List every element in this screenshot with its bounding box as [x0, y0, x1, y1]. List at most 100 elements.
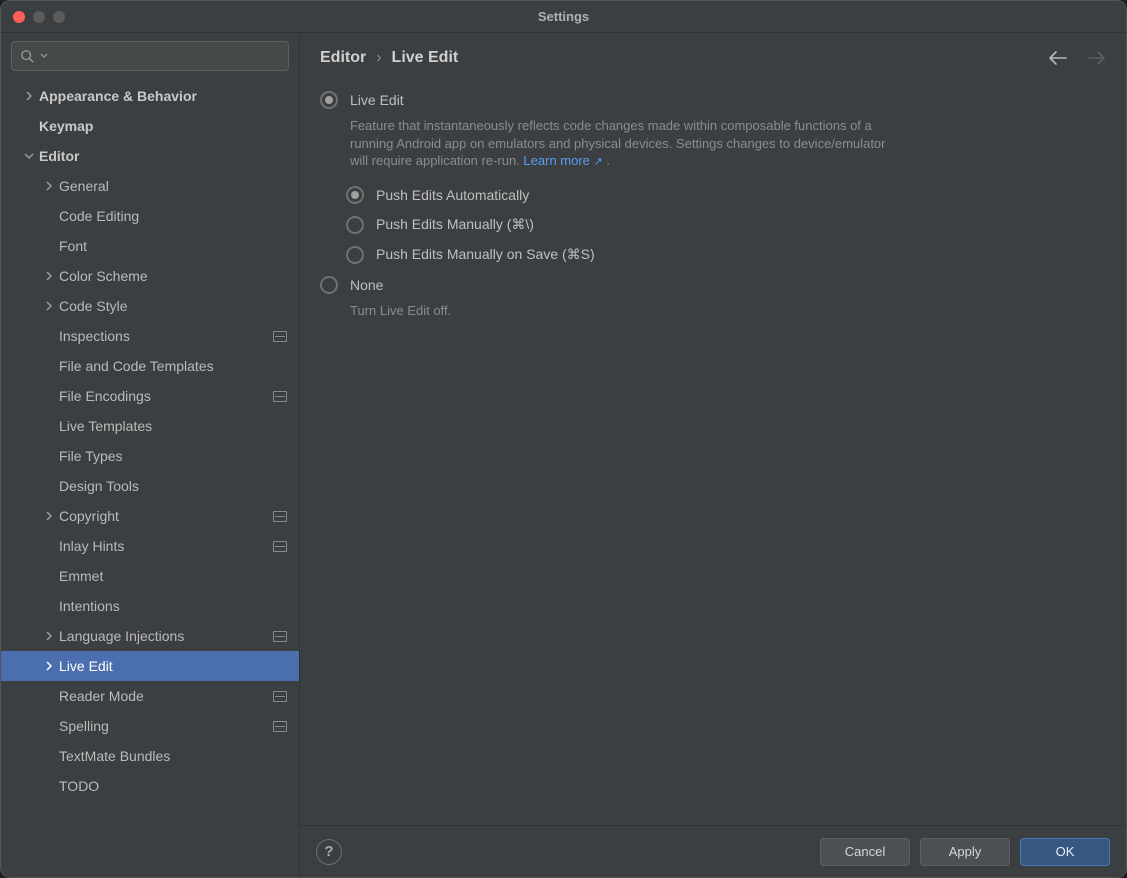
sidebar-item-label: Font [59, 238, 287, 254]
project-scope-icon [273, 691, 287, 702]
sidebar-item-label: Inlay Hints [59, 538, 273, 554]
breadcrumb: Editor › Live Edit [320, 49, 458, 67]
radio-none[interactable]: None [320, 270, 1106, 300]
sidebar-item-label: Keymap [39, 118, 287, 134]
project-scope-icon [273, 631, 287, 642]
sidebar-item-textmate-bundles[interactable]: TextMate Bundles [1, 741, 299, 771]
sidebar-item-label: Copyright [59, 508, 273, 524]
live-edit-description: Feature that instantaneously reflects co… [320, 115, 900, 180]
project-scope-icon [273, 721, 287, 732]
sidebar-item-file-encodings[interactable]: File Encodings [1, 381, 299, 411]
chevron-icon [41, 301, 57, 311]
radio-push-on-save[interactable]: Push Edits Manually on Save (⌘S) [320, 240, 1106, 270]
search-field[interactable] [11, 41, 289, 71]
sidebar-item-color-scheme[interactable]: Color Scheme [1, 261, 299, 291]
settings-body: Appearance & Behavior Keymap Editor General… [1, 33, 1126, 877]
settings-window: Settings Appearance & Behavior Keymap Edit… [0, 0, 1127, 878]
sidebar-item-appearance-behavior[interactable]: Appearance & Behavior [1, 81, 299, 111]
sidebar-item-label: Emmet [59, 568, 287, 584]
chevron-icon [41, 511, 57, 521]
radio-icon [320, 91, 338, 109]
sidebar-item-spelling[interactable]: Spelling [1, 711, 299, 741]
sidebar-item-label: Live Templates [59, 418, 287, 434]
radio-icon [346, 186, 364, 204]
project-scope-icon [273, 331, 287, 342]
sidebar-item-language-injections[interactable]: Language Injections [1, 621, 299, 651]
project-scope-icon [273, 541, 287, 552]
sidebar: Appearance & Behavior Keymap Editor General… [1, 33, 300, 877]
minimize-window-button[interactable] [33, 11, 45, 23]
sidebar-item-label: Color Scheme [59, 268, 287, 284]
sidebar-item-label: Inspections [59, 328, 273, 344]
radio-label: Push Edits Automatically [376, 187, 529, 203]
sidebar-item-label: Reader Mode [59, 688, 273, 704]
sidebar-item-label: Spelling [59, 718, 273, 734]
sidebar-item-design-tools[interactable]: Design Tools [1, 471, 299, 501]
learn-more-link[interactable]: Learn more ↗ [523, 153, 602, 168]
sidebar-item-code-editing[interactable]: Code Editing [1, 201, 299, 231]
sidebar-item-label: Code Editing [59, 208, 287, 224]
search-icon [20, 49, 34, 63]
radio-icon [346, 246, 364, 264]
radio-live-edit[interactable]: Live Edit [320, 85, 1106, 115]
project-scope-icon [273, 391, 287, 402]
sidebar-item-reader-mode[interactable]: Reader Mode [1, 681, 299, 711]
window-title: Settings [1, 9, 1126, 24]
cancel-button[interactable]: Cancel [820, 838, 910, 866]
traffic-lights [1, 11, 65, 23]
sidebar-item-label: Appearance & Behavior [39, 88, 287, 104]
titlebar: Settings [1, 1, 1126, 33]
sidebar-item-code-style[interactable]: Code Style [1, 291, 299, 321]
breadcrumb-separator: › [376, 49, 381, 67]
radio-push-auto[interactable]: Push Edits Automatically [320, 180, 1106, 210]
nav-back-icon[interactable] [1048, 50, 1068, 66]
radio-label: Push Edits Manually on Save (⌘S) [376, 246, 595, 263]
sidebar-item-emmet[interactable]: Emmet [1, 561, 299, 591]
chevron-icon [41, 181, 57, 191]
sidebar-item-live-edit[interactable]: Live Edit [1, 651, 299, 681]
sidebar-item-live-templates[interactable]: Live Templates [1, 411, 299, 441]
sidebar-item-label: General [59, 178, 287, 194]
search-input[interactable] [54, 49, 280, 64]
sidebar-item-label: File Encodings [59, 388, 273, 404]
external-link-icon: ↗ [594, 156, 603, 168]
none-description: Turn Live Edit off. [320, 300, 900, 330]
breadcrumb-live-edit: Live Edit [392, 49, 459, 67]
zoom-window-button[interactable] [53, 11, 65, 23]
radio-icon [346, 216, 364, 234]
apply-button[interactable]: Apply [920, 838, 1010, 866]
main-panel: Editor › Live Edit Live Edit Feature tha… [300, 33, 1126, 877]
breadcrumb-editor[interactable]: Editor [320, 49, 366, 67]
help-button[interactable]: ? [316, 839, 342, 865]
sidebar-item-label: File and Code Templates [59, 358, 287, 374]
sidebar-item-inlay-hints[interactable]: Inlay Hints [1, 531, 299, 561]
sidebar-item-intentions[interactable]: Intentions [1, 591, 299, 621]
chevron-icon [21, 91, 37, 101]
sidebar-item-todo[interactable]: TODO [1, 771, 299, 801]
nav-forward-icon [1086, 50, 1106, 66]
radio-push-manual[interactable]: Push Edits Manually (⌘\) [320, 210, 1106, 240]
sidebar-item-file-and-code-templates[interactable]: File and Code Templates [1, 351, 299, 381]
ok-button[interactable]: OK [1020, 838, 1110, 866]
settings-content: Live Edit Feature that instantaneously r… [300, 81, 1126, 825]
chevron-icon [41, 271, 57, 281]
sidebar-item-label: Live Edit [59, 658, 287, 674]
project-scope-icon [273, 511, 287, 522]
chevron-icon [21, 152, 37, 160]
radio-icon [320, 276, 338, 294]
dialog-footer: ? Cancel Apply OK [300, 825, 1126, 877]
sidebar-item-label: TextMate Bundles [59, 748, 287, 764]
sidebar-item-general[interactable]: General [1, 171, 299, 201]
sidebar-item-label: File Types [59, 448, 287, 464]
sidebar-item-copyright[interactable]: Copyright [1, 501, 299, 531]
sidebar-item-keymap[interactable]: Keymap [1, 111, 299, 141]
radio-label: Push Edits Manually (⌘\) [376, 216, 534, 233]
sidebar-item-font[interactable]: Font [1, 231, 299, 261]
sidebar-item-editor[interactable]: Editor [1, 141, 299, 171]
sidebar-item-file-types[interactable]: File Types [1, 441, 299, 471]
settings-tree[interactable]: Appearance & Behavior Keymap Editor General… [1, 81, 299, 877]
sidebar-item-inspections[interactable]: Inspections [1, 321, 299, 351]
chevron-down-icon [40, 52, 48, 60]
close-window-button[interactable] [13, 11, 25, 23]
sidebar-item-label: Editor [39, 148, 287, 164]
